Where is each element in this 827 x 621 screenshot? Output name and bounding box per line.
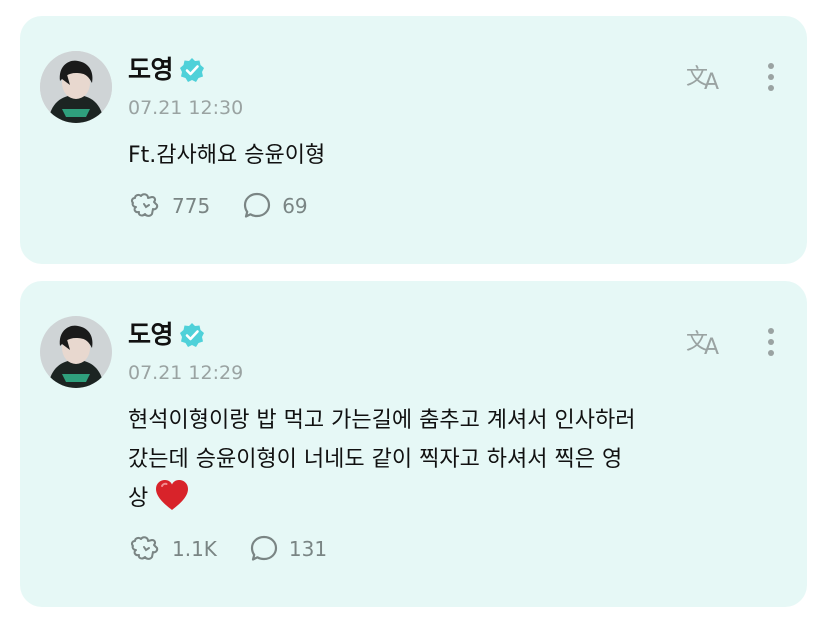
timestamp: 07.21 12:30 [128,97,244,119]
reaction-button[interactable]: 775 [128,191,210,221]
post-card[interactable]: 도영 07.21 12:30 文 A Ft.감사해요 승윤이형 775 69 [20,16,807,264]
comment-button[interactable]: 131 [249,534,327,564]
svg-text:A: A [704,335,719,360]
post-text-content: Ft.감사해요 승윤이형 [128,143,326,168]
author-name[interactable]: 도영 [128,320,174,350]
reaction-icon [130,536,159,560]
post-text: 현석이형이랑 밥 먹고 가는길에 춤추고 계셔서 인사하러 갔는데 승윤이형이 … [128,401,778,524]
reaction-button[interactable]: 1.1K [128,534,217,564]
verified-badge-icon [179,322,205,348]
comment-button[interactable]: 69 [242,191,308,221]
reaction-count: 1.1K [172,537,217,561]
reaction-icon [130,193,159,217]
timestamp: 07.21 12:29 [128,362,244,384]
verified-badge-icon [179,57,205,83]
comment-bubble-icon [244,192,271,218]
post-stats: 1.1K 131 [128,534,359,564]
comment-count: 131 [288,537,328,561]
svg-text:A: A [704,70,719,95]
avatar[interactable] [40,316,112,388]
avatar[interactable] [40,51,112,123]
more-vertical-icon[interactable] [761,59,781,99]
reaction-count: 775 [172,194,211,218]
translate-icon[interactable]: 文 A [684,324,728,360]
post-text-content: 현석이형이랑 밥 먹고 가는길에 춤추고 계셔서 인사하러 갔는데 승윤이형이 … [128,408,636,511]
post-text: Ft.감사해요 승윤이형 [128,136,778,175]
post-card[interactable]: 도영 07.21 12:29 文 A 현석이형이랑 밥 먹고 가는길에 춤추고 … [20,281,807,607]
post-stats: 775 69 [128,191,340,221]
more-vertical-icon[interactable] [761,324,781,364]
comment-bubble-icon [250,535,278,561]
translate-icon[interactable]: 文 A [684,59,728,95]
comment-count: 69 [282,194,308,218]
author-name[interactable]: 도영 [128,55,174,85]
heart-emoji-icon [154,479,190,524]
